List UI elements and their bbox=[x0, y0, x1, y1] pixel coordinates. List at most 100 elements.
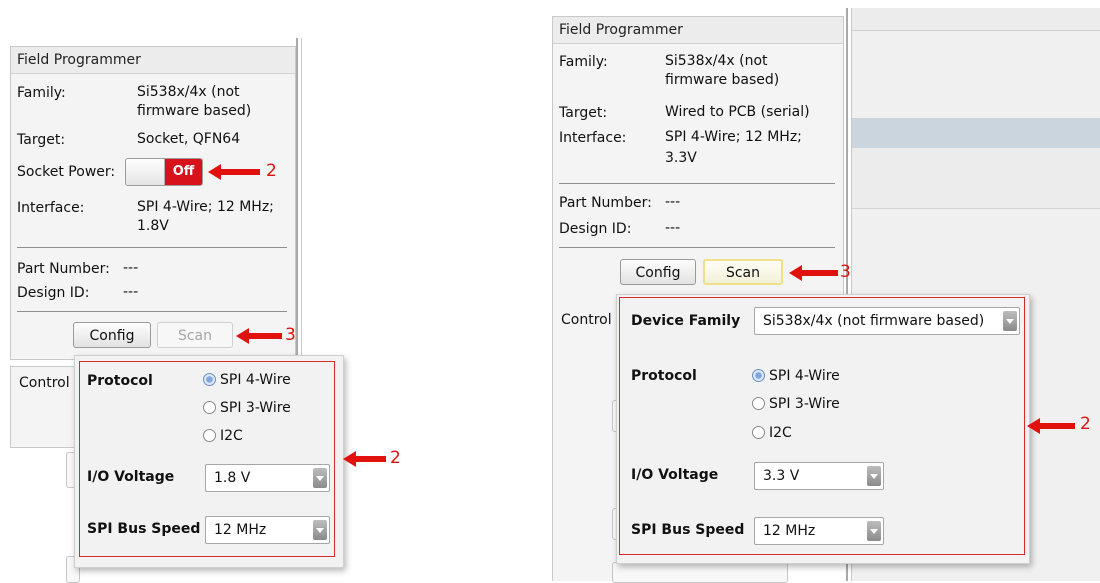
io-voltage-label: I/O Voltage bbox=[631, 467, 719, 483]
divider bbox=[559, 183, 835, 184]
divider bbox=[17, 247, 287, 248]
target-value: Socket, QFN64 bbox=[137, 131, 241, 147]
annotation-arrow-icon bbox=[343, 451, 386, 467]
annotation-arrow-icon bbox=[1027, 418, 1075, 434]
control-tab[interactable]: Control bbox=[561, 312, 612, 328]
annotation-arrow-icon bbox=[208, 164, 260, 180]
scan-button[interactable]: Scan bbox=[703, 259, 783, 285]
radio-icon bbox=[752, 397, 765, 410]
part-number-value: --- bbox=[665, 194, 681, 210]
radio-spi-3-wire[interactable]: SPI 3-Wire bbox=[752, 396, 840, 412]
spi-bus-speed-label: SPI Bus Speed bbox=[87, 521, 201, 537]
device-family-label: Device Family bbox=[631, 313, 741, 329]
design-id-label: Design ID: bbox=[559, 221, 632, 237]
part-number-label: Part Number: bbox=[17, 261, 110, 277]
family-value-line1: Si538x/4x (not bbox=[137, 84, 240, 100]
radio-label: SPI 4-Wire bbox=[220, 372, 291, 388]
socket-power-label: Socket Power: bbox=[17, 164, 116, 180]
scan-button[interactable]: Scan bbox=[157, 322, 233, 348]
interface-value-line1: SPI 4-Wire; 12 MHz; bbox=[137, 199, 274, 215]
device-family-select[interactable]: Si538x/4x (not firmware based) bbox=[754, 307, 1020, 335]
left-splitter[interactable] bbox=[296, 38, 298, 358]
family-value-line1: Si538x/4x (not bbox=[665, 53, 768, 69]
radio-icon bbox=[203, 429, 216, 442]
panel-header: Field Programmer bbox=[553, 17, 843, 44]
socket-power-toggle[interactable]: Off bbox=[125, 158, 203, 186]
spi-bus-speed-select[interactable]: 12 MHz bbox=[754, 517, 884, 545]
chevron-down-icon[interactable] bbox=[867, 466, 881, 486]
field-programmer-panel-right: Field Programmer Family: Si538x/4x (not … bbox=[552, 16, 844, 304]
interface-value-line1: SPI 4-Wire; 12 MHz; bbox=[665, 129, 802, 145]
annotation-arrow-icon bbox=[236, 328, 282, 344]
radio-selected-icon bbox=[203, 373, 216, 386]
design-id-value: --- bbox=[665, 220, 681, 236]
chevron-down-icon[interactable] bbox=[867, 521, 881, 541]
family-label: Family: bbox=[17, 85, 66, 101]
panel-title: Field Programmer bbox=[559, 22, 683, 38]
interface-label: Interface: bbox=[17, 200, 85, 216]
radio-i2c[interactable]: I2C bbox=[203, 428, 243, 444]
annotation-number: 3 bbox=[285, 325, 296, 345]
control-tab[interactable]: Control bbox=[19, 375, 70, 391]
part-number-value: --- bbox=[123, 260, 139, 276]
interface-label: Interface: bbox=[559, 130, 627, 146]
right-pane-header bbox=[852, 8, 1100, 31]
target-value: Wired to PCB (serial) bbox=[665, 104, 810, 120]
io-voltage-label: I/O Voltage bbox=[87, 469, 175, 485]
annotation-number: 2 bbox=[1080, 414, 1091, 434]
protocol-label: Protocol bbox=[87, 373, 153, 389]
radio-spi-4-wire[interactable]: SPI 4-Wire bbox=[752, 368, 840, 384]
right-pane-area bbox=[852, 148, 1100, 209]
protocol-label: Protocol bbox=[631, 368, 697, 384]
chevron-down-icon[interactable] bbox=[313, 520, 327, 540]
radio-label: I2C bbox=[769, 425, 792, 441]
interface-value-line2: 3.3V bbox=[665, 150, 697, 166]
background-button-partial bbox=[612, 562, 788, 583]
chevron-down-icon[interactable] bbox=[313, 468, 327, 488]
select-value: 1.8 V bbox=[214, 470, 251, 486]
radio-spi-4-wire[interactable]: SPI 4-Wire bbox=[203, 372, 291, 388]
divider bbox=[17, 311, 287, 312]
radio-spi-3-wire[interactable]: SPI 3-Wire bbox=[203, 400, 291, 416]
radio-i2c[interactable]: I2C bbox=[752, 425, 792, 441]
radio-icon bbox=[752, 426, 765, 439]
control-panel-header-right: Control bbox=[552, 302, 617, 581]
spi-bus-speed-label: SPI Bus Speed bbox=[631, 522, 745, 538]
target-label: Target: bbox=[17, 132, 66, 148]
annotation-number: 2 bbox=[266, 161, 277, 181]
io-voltage-select[interactable]: 1.8 V bbox=[205, 464, 330, 492]
radio-selected-icon bbox=[752, 369, 765, 382]
toggle-knob[interactable] bbox=[126, 159, 165, 185]
config-button[interactable]: Config bbox=[73, 322, 151, 348]
family-value-line2: firmware based) bbox=[137, 103, 252, 119]
spi-bus-speed-select[interactable]: 12 MHz bbox=[205, 516, 330, 544]
panel-header: Field Programmer bbox=[11, 47, 295, 74]
select-value: 12 MHz bbox=[763, 523, 816, 539]
radio-label: I2C bbox=[220, 428, 243, 444]
select-value: 12 MHz bbox=[214, 522, 267, 538]
left-splitter-edge bbox=[301, 38, 302, 358]
select-value: 3.3 V bbox=[763, 468, 800, 484]
right-selected-row[interactable] bbox=[852, 118, 1100, 148]
design-id-value: --- bbox=[123, 284, 139, 300]
annotation-arrow-icon bbox=[789, 265, 838, 281]
divider bbox=[559, 247, 835, 248]
annotation-number: 3 bbox=[840, 262, 851, 282]
io-voltage-select[interactable]: 3.3 V bbox=[754, 462, 884, 490]
toggle-state-label: Off bbox=[165, 159, 202, 185]
radio-label: SPI 4-Wire bbox=[769, 368, 840, 384]
annotation-number: 2 bbox=[390, 448, 401, 468]
interface-value-line2: 1.8V bbox=[137, 218, 169, 234]
select-value: Si538x/4x (not firmware based) bbox=[763, 313, 985, 329]
family-label: Family: bbox=[559, 54, 608, 70]
panel-title: Field Programmer bbox=[17, 52, 141, 68]
radio-label: SPI 3-Wire bbox=[769, 396, 840, 412]
target-label: Target: bbox=[559, 105, 608, 121]
family-value-line2: firmware based) bbox=[665, 72, 780, 88]
field-programmer-panel-left: Field Programmer Family: Si538x/4x (not … bbox=[10, 46, 296, 360]
radio-label: SPI 3-Wire bbox=[220, 400, 291, 416]
config-button[interactable]: Config bbox=[620, 259, 696, 285]
chevron-down-icon[interactable] bbox=[1003, 311, 1017, 331]
radio-icon bbox=[203, 401, 216, 414]
part-number-label: Part Number: bbox=[559, 195, 652, 211]
